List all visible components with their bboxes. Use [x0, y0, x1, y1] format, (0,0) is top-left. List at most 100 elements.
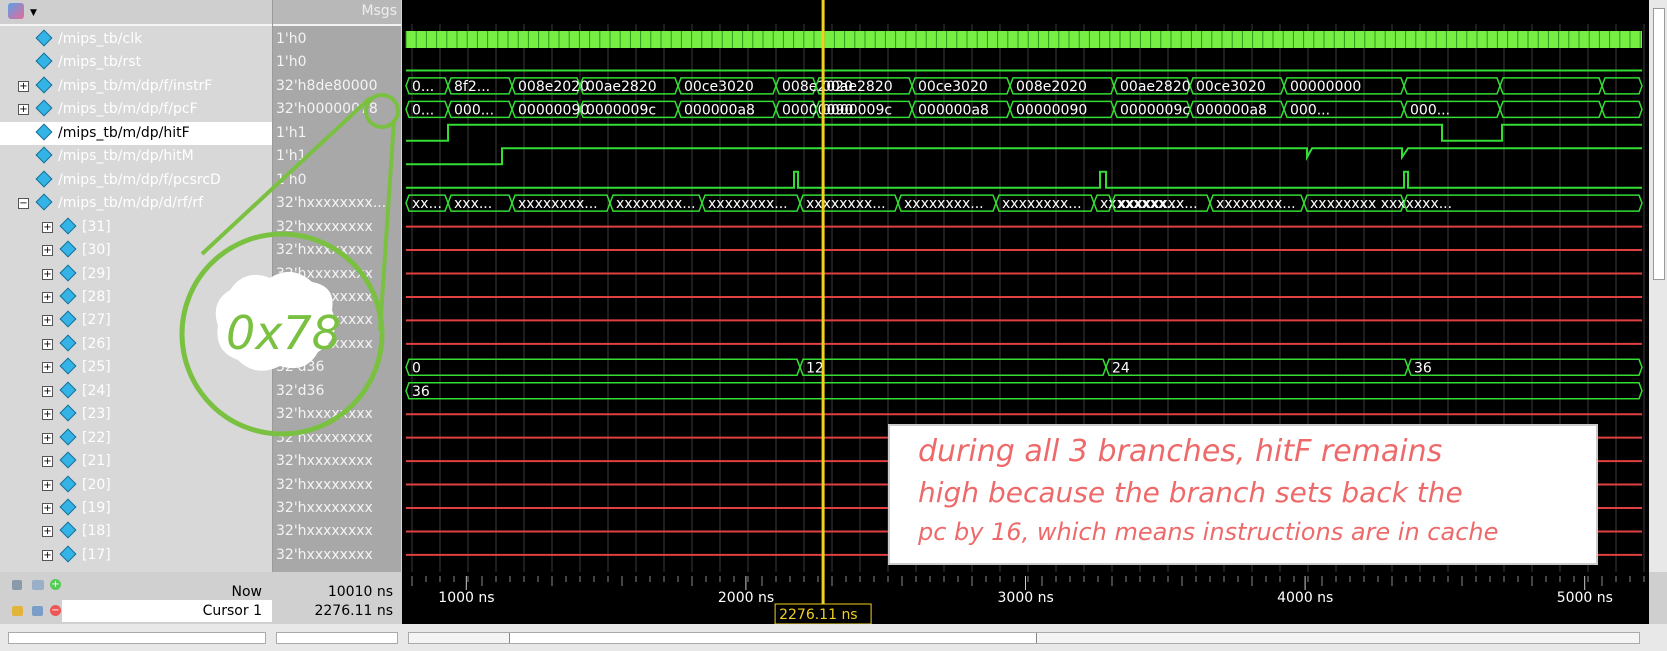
signal-diamond-icon: [59, 357, 77, 375]
signal-value-row[interactable]: 1'h0: [273, 28, 401, 51]
signal-diamond-icon: [59, 310, 77, 328]
signal-value-row[interactable]: 32'hxxxxxxxx...: [273, 192, 401, 215]
expand-icon[interactable]: +: [42, 503, 53, 514]
callout-label: 0x78: [226, 306, 342, 360]
wrench-icon[interactable]: [32, 606, 43, 616]
expand-icon[interactable]: +: [42, 338, 53, 350]
cursor-label: Cursor 1: [202, 603, 262, 619]
signal-name-row[interactable]: /mips_tb/clk: [0, 28, 272, 51]
signal-name-row[interactable]: + /mips_tb/m/dp/f/pcF: [0, 98, 272, 121]
signal-name: [25]: [82, 359, 111, 376]
ruler-label: 2000 ns: [718, 590, 774, 606]
signal-diamond-icon: [35, 170, 53, 188]
signal-value-row[interactable]: 32'hxxxxxxxx: [273, 427, 401, 450]
expand-icon[interactable]: +: [42, 409, 53, 421]
signal-name-row[interactable]: + [31]: [0, 216, 272, 239]
status-area: + Now − Cursor 1 10010 ns 2276.11 ns 100…: [0, 572, 1667, 651]
expand-icon[interactable]: +: [42, 245, 53, 257]
expand-icon[interactable]: +: [42, 549, 53, 561]
cursor-time-label: 2276.11 ns: [779, 607, 858, 623]
note-line-3: pc by 16, which means instructions are i…: [918, 518, 1499, 546]
signal-value-row[interactable]: 32'hxxxxxxxx: [273, 474, 401, 497]
signal-value-row[interactable]: 32'hxxxxxxxx: [273, 239, 401, 262]
signal-diamond-icon: [35, 52, 53, 70]
signal-name-row[interactable]: + [30]: [0, 239, 272, 262]
expand-icon[interactable]: +: [42, 456, 53, 468]
vertical-scroll-thumb[interactable]: [1653, 8, 1665, 280]
signal-name-row[interactable]: + [20]: [0, 474, 272, 497]
signal-name-row[interactable]: + [29]: [0, 263, 272, 286]
signal-name-row[interactable]: /mips_tb/m/dp/hitM: [0, 145, 272, 168]
delete-cursor-icon[interactable]: −: [50, 605, 61, 616]
expand-icon[interactable]: +: [42, 432, 53, 444]
signal-name: [20]: [82, 476, 111, 493]
bus-label: xx...: [412, 196, 442, 212]
signal-diamond-icon: [59, 264, 77, 281]
layout-icon[interactable]: [8, 3, 24, 19]
expand-icon[interactable]: +: [42, 362, 53, 374]
signal-name: /mips_tb/m/dp/f/instrF: [58, 77, 213, 94]
expand-icon[interactable]: +: [42, 526, 53, 538]
lock-icon[interactable]: [12, 606, 23, 616]
signal-name-row[interactable]: − /mips_tb/m/dp/d/rf/rf: [0, 192, 272, 215]
signal-name: [29]: [82, 265, 111, 282]
signal-value-row[interactable]: 32'hxxxxxxxx: [273, 520, 401, 543]
signal-name-row[interactable]: + /mips_tb/m/dp/f/instrF: [0, 75, 272, 98]
signal-value-row[interactable]: 32'hxxxxxxxx: [273, 497, 401, 520]
expand-icon[interactable]: +: [18, 80, 29, 92]
zoom-icon[interactable]: [12, 580, 22, 590]
signal-value-row[interactable]: 32'hxxxxxxxx: [273, 263, 401, 286]
signal-value-row[interactable]: 32'hxxxxxxxx: [273, 403, 401, 426]
signal-name-row[interactable]: + [19]: [0, 497, 272, 520]
signal-name-row[interactable]: /mips_tb/rst: [0, 51, 272, 74]
signal-value-row[interactable]: 1'h0: [273, 169, 401, 192]
collapse-icon[interactable]: −: [18, 198, 29, 210]
signal-value: 32'hxxxxxxxx: [276, 476, 373, 493]
signal-name-row[interactable]: + [24]: [0, 380, 272, 403]
signal-name: [24]: [82, 382, 111, 399]
chevron-down-icon[interactable]: ▼: [30, 8, 37, 18]
bus-label: xxxxxxxx...: [1118, 196, 1198, 212]
signal-value-row[interactable]: 32'h00000078: [273, 98, 401, 121]
expand-icon[interactable]: +: [42, 479, 53, 491]
signal-name-row[interactable]: + [23]: [0, 403, 272, 426]
signal-value-row[interactable]: 1'h1: [273, 122, 401, 145]
signal-value-row[interactable]: 32'hxxxxxxxx: [273, 216, 401, 239]
expand-icon[interactable]: +: [42, 385, 53, 397]
signal-name-row[interactable]: /mips_tb/m/dp/hitF: [0, 121, 272, 145]
signal-value-row[interactable]: 32'h8de80000: [273, 75, 401, 98]
signal-value-row[interactable]: 32'd36: [273, 380, 401, 403]
add-cursor-icon[interactable]: [32, 580, 44, 590]
signal-value-row[interactable]: 32'hxxxxxxxx: [273, 544, 401, 567]
expand-icon[interactable]: +: [18, 104, 29, 116]
signal-name-row[interactable]: /mips_tb/m/dp/f/pcsrcD: [0, 169, 272, 192]
signal-name-row[interactable]: + [17]: [0, 544, 272, 567]
signal-value: 32'hxxxxxxxx: [276, 265, 373, 282]
signal-name-row[interactable]: + [21]: [0, 450, 272, 473]
bus-segment: [799, 358, 1107, 377]
vertical-scrollbar[interactable]: [1649, 0, 1667, 572]
expand-icon[interactable]: +: [42, 268, 53, 280]
bus-segment: [1403, 77, 1501, 95]
expand-icon[interactable]: +: [42, 291, 53, 303]
wave-horizontal-scroll-thumb[interactable]: [509, 633, 1037, 643]
value-pane-scrollbar[interactable]: [276, 632, 398, 644]
signal-name-row[interactable]: + [22]: [0, 427, 272, 450]
signal-name: /mips_tb/m/dp/d/rf/rf: [58, 195, 204, 212]
signal-name-row[interactable]: + [18]: [0, 520, 272, 543]
bus-label: 008e2020: [518, 79, 589, 95]
name-pane-scrollbar[interactable]: [8, 632, 266, 644]
signal-diamond-icon: [35, 193, 53, 211]
bus-label: xxxxxxxx...: [904, 196, 984, 212]
expand-icon[interactable]: +: [42, 315, 53, 327]
signal-value: 32'h8de80000: [276, 77, 378, 94]
plus-icon[interactable]: +: [50, 579, 61, 590]
bus-segment: [405, 382, 1643, 400]
timeline-ruler[interactable]: 1000 ns 2000 ns 3000 ns 4000 ns 5000 ns 2276.…: [402, 572, 1649, 624]
signal-value-row[interactable]: 32'hxxxxxxxx: [273, 450, 401, 473]
expand-icon[interactable]: +: [42, 221, 53, 233]
signal-name: /mips_tb/m/dp/hitF: [58, 124, 190, 141]
signal-value-row[interactable]: 1'h0: [273, 51, 401, 74]
wave-horizontal-scrollbar[interactable]: [408, 632, 1640, 644]
signal-value-row[interactable]: 1'h1: [273, 145, 401, 168]
